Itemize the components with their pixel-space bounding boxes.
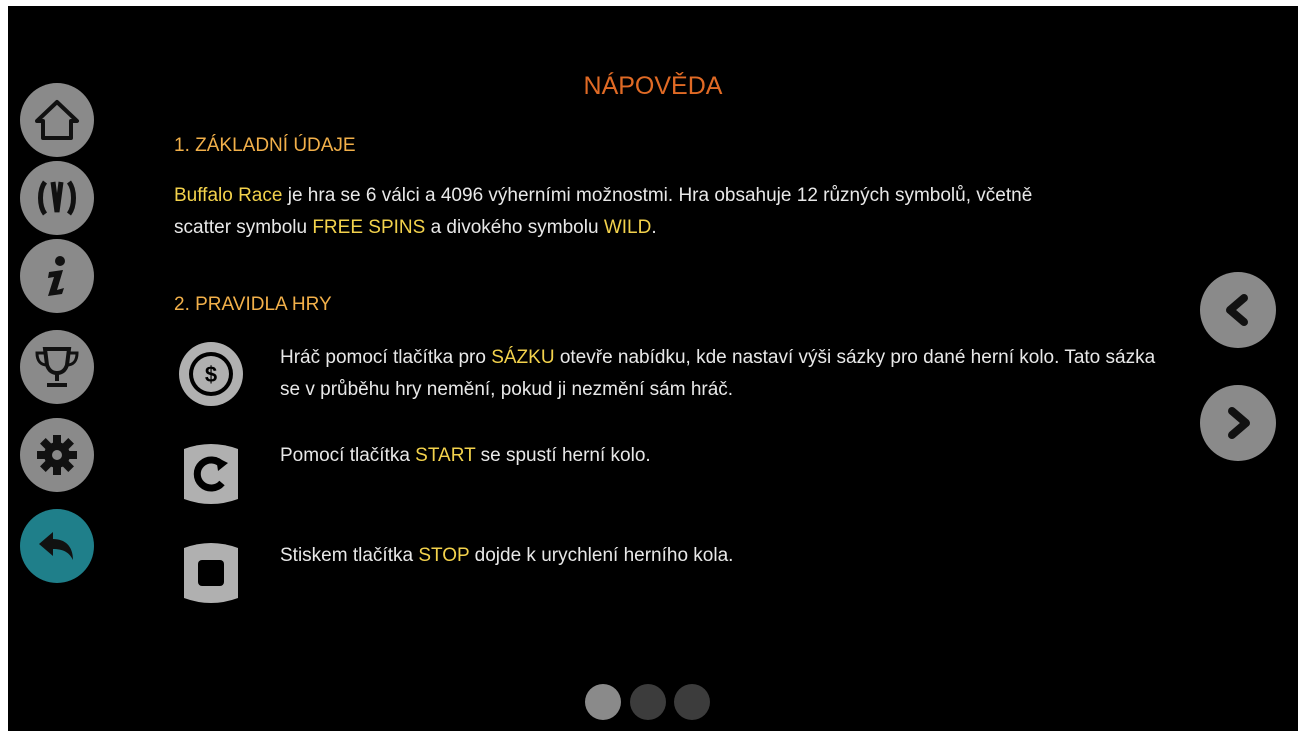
back-arrow-icon (39, 532, 73, 560)
bet-coin-icon: $ (179, 342, 243, 406)
rule-text-part: Stiskem tlačítka (280, 545, 419, 566)
paytable-button[interactable] (20, 161, 94, 235)
page-dot-3[interactable] (674, 684, 710, 720)
game-name-highlight: Buffalo Race (174, 185, 283, 206)
free-spins-highlight: FREE SPINS (312, 217, 426, 238)
rule-text-part: Hráč pomocí tlačítka pro (280, 347, 492, 368)
rule-text-part: se spustí herní kolo. (475, 445, 651, 466)
help-screen: NÁPOVĚDA 1. ZÁKLADNÍ ÚDAJE Buffalo Race … (8, 6, 1298, 731)
settings-button[interactable] (20, 418, 94, 492)
spin-icon (184, 444, 238, 504)
page-dot-1[interactable] (585, 684, 621, 720)
info-button[interactable] (20, 239, 94, 313)
info-icon (48, 256, 65, 296)
basics-text: a divokého symbolu (425, 217, 604, 238)
basics-paragraph: Buffalo Race je hra se 6 válci a 4096 vý… (174, 180, 1094, 244)
trophy-icon (35, 347, 79, 387)
back-button[interactable] (20, 509, 94, 583)
gear-icon (37, 435, 77, 475)
page-title: NÁPOVĚDA (583, 72, 723, 100)
chevron-right-icon (1228, 407, 1250, 439)
rule-bet-text: Hráč pomocí tlačítka pro SÁZKU otevře na… (280, 342, 1160, 406)
rule-text-part: Pomocí tlačítka (280, 445, 416, 466)
next-page-button[interactable] (1200, 385, 1276, 461)
bet-highlight: SÁZKU (491, 347, 555, 368)
section-heading-basics: 1. ZÁKLADNÍ ÚDAJE (174, 135, 356, 156)
paytable-icon (38, 180, 76, 216)
trophy-button[interactable] (20, 330, 94, 404)
start-highlight: START (415, 445, 476, 466)
svg-text:$: $ (205, 362, 217, 387)
rule-start-text: Pomocí tlačítka START se spustí herní ko… (280, 440, 1160, 472)
chevron-left-icon (1226, 294, 1248, 326)
home-icon (35, 100, 79, 140)
page-dot-2[interactable] (630, 684, 666, 720)
wild-highlight: WILD (603, 217, 652, 238)
rule-stop-text: Stiskem tlačítka STOP dojde k urychlení … (280, 540, 1160, 572)
previous-page-button[interactable] (1200, 272, 1276, 348)
basics-text: . (651, 217, 657, 238)
rule-text-part: dojde k urychlení herního kola. (469, 545, 734, 566)
stop-icon (184, 543, 238, 603)
section-heading-rules: 2. PRAVIDLA HRY (174, 294, 332, 315)
stop-highlight: STOP (418, 545, 470, 566)
